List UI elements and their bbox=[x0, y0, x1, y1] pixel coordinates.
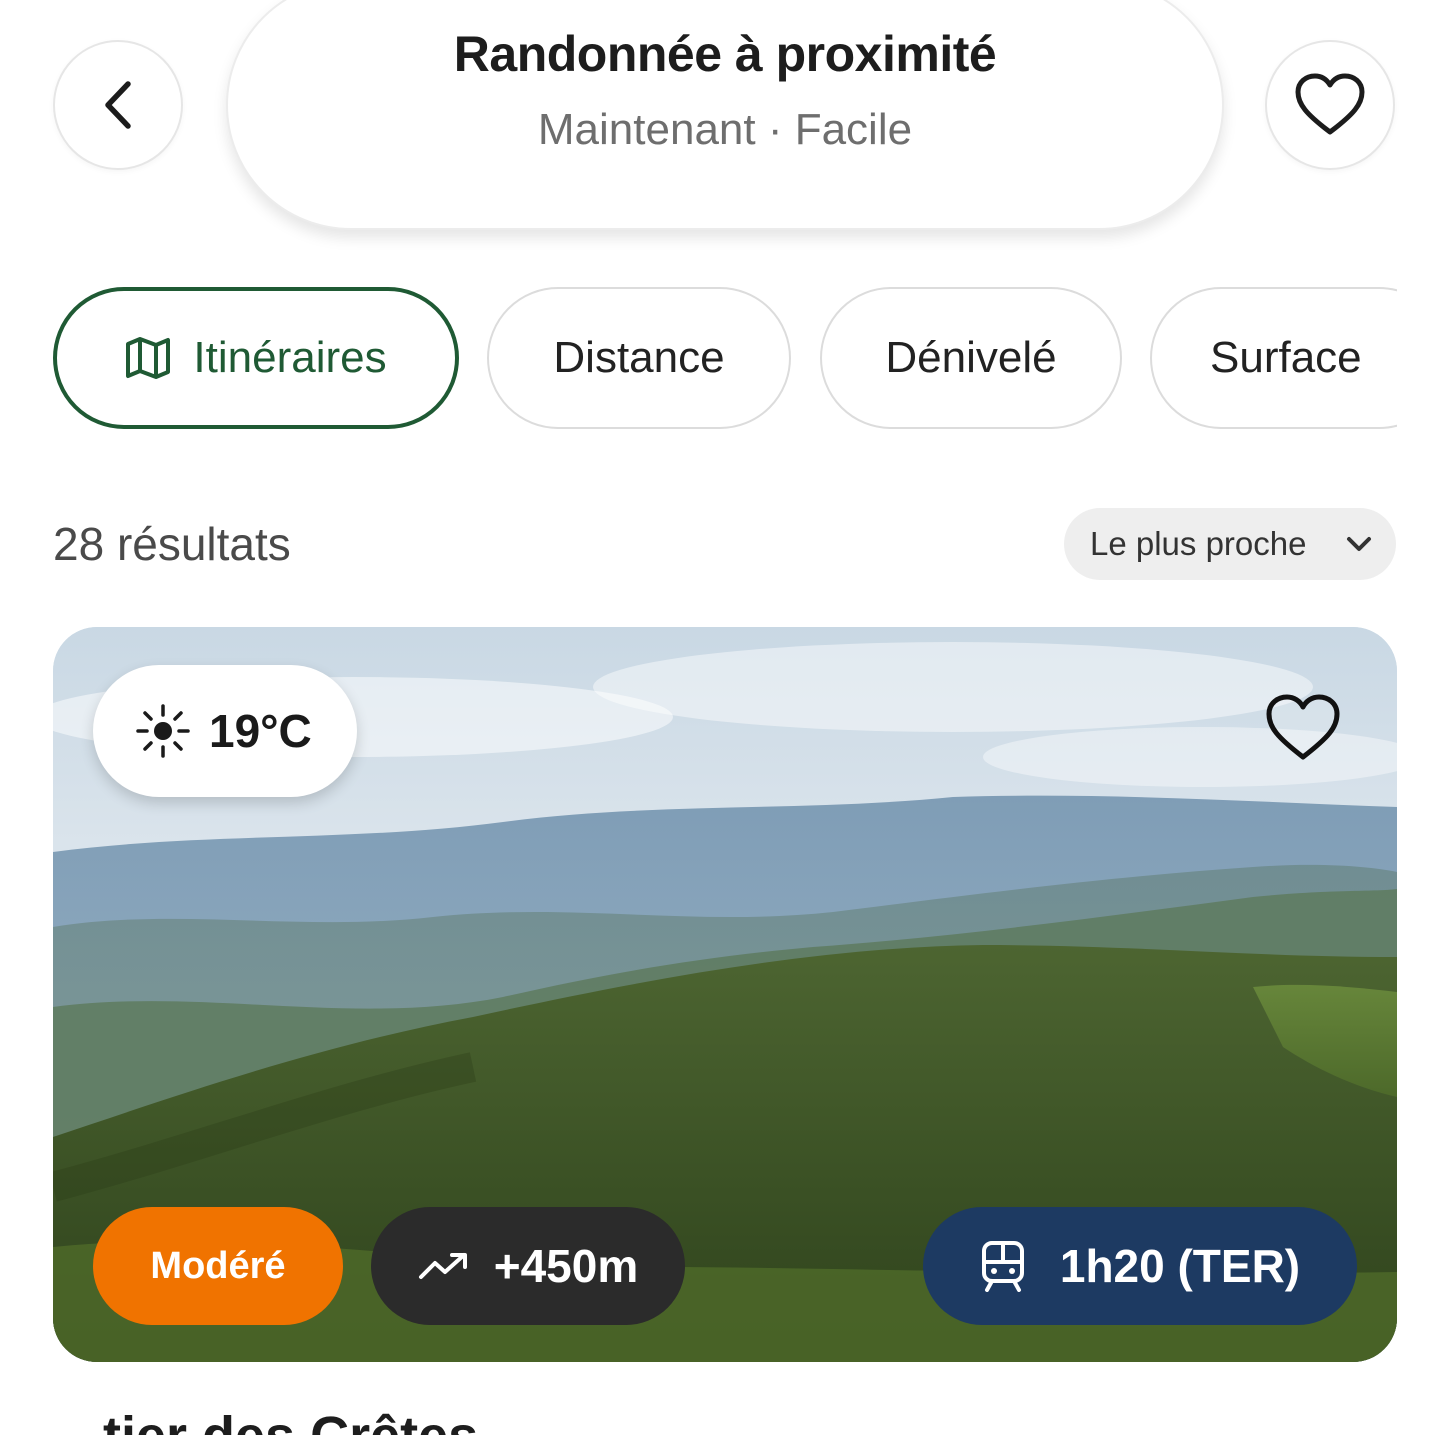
elevation-value: +450m bbox=[493, 1240, 639, 1292]
weather-temperature: 19°C bbox=[209, 705, 312, 757]
train-icon bbox=[980, 1240, 1026, 1292]
results-count: 28 résultats bbox=[53, 518, 291, 570]
filter-chip-label: Itinéraires bbox=[193, 333, 387, 382]
elevation-badge: +450m bbox=[371, 1207, 685, 1325]
sun-icon bbox=[136, 704, 190, 758]
page-title: Randonnée à proximité bbox=[453, 26, 997, 82]
filter-chip-label: Surface bbox=[1210, 333, 1362, 382]
sort-label: Le plus proche bbox=[1090, 525, 1307, 562]
weather-badge: 19°C bbox=[93, 665, 357, 797]
transit-badge: 1h20 (TER) bbox=[923, 1207, 1357, 1325]
heart-outline-icon[interactable] bbox=[1265, 693, 1341, 763]
filter-chip-surface[interactable]: Surface bbox=[1150, 287, 1397, 429]
search-summary-pill[interactable]: Randonnée à proximité Maintenant · Facil… bbox=[226, 0, 1224, 230]
back-button[interactable] bbox=[53, 40, 183, 170]
heart-icon bbox=[1295, 73, 1365, 135]
filter-chip-itineraires[interactable]: Itinéraires bbox=[53, 287, 459, 429]
transit-value: 1h20 (TER) bbox=[1059, 1240, 1301, 1292]
filter-chip-label: Distance bbox=[553, 333, 725, 382]
favorites-button[interactable] bbox=[1265, 40, 1395, 170]
chevron-left-icon bbox=[105, 81, 131, 129]
trail-title: ...tier des Crêtes bbox=[58, 1405, 478, 1435]
map-icon bbox=[125, 336, 171, 380]
search-subtitle: Maintenant · Facile bbox=[537, 105, 913, 154]
difficulty-badge: Modéré bbox=[93, 1207, 343, 1325]
filter-chip-denivele[interactable]: Dénivelé bbox=[820, 287, 1122, 429]
sort-dropdown[interactable]: Le plus proche bbox=[1064, 508, 1396, 580]
trending-up-icon bbox=[418, 1251, 470, 1281]
chevron-down-icon bbox=[1347, 537, 1371, 551]
filter-chip-label: Dénivelé bbox=[885, 333, 1057, 382]
trail-card[interactable]: 19°C Modéré +450m 1h20 (TER) bbox=[53, 627, 1397, 1362]
filter-chips: Itinéraires Distance Dénivelé Surface bbox=[0, 287, 1397, 429]
filter-chip-distance[interactable]: Distance bbox=[487, 287, 791, 429]
